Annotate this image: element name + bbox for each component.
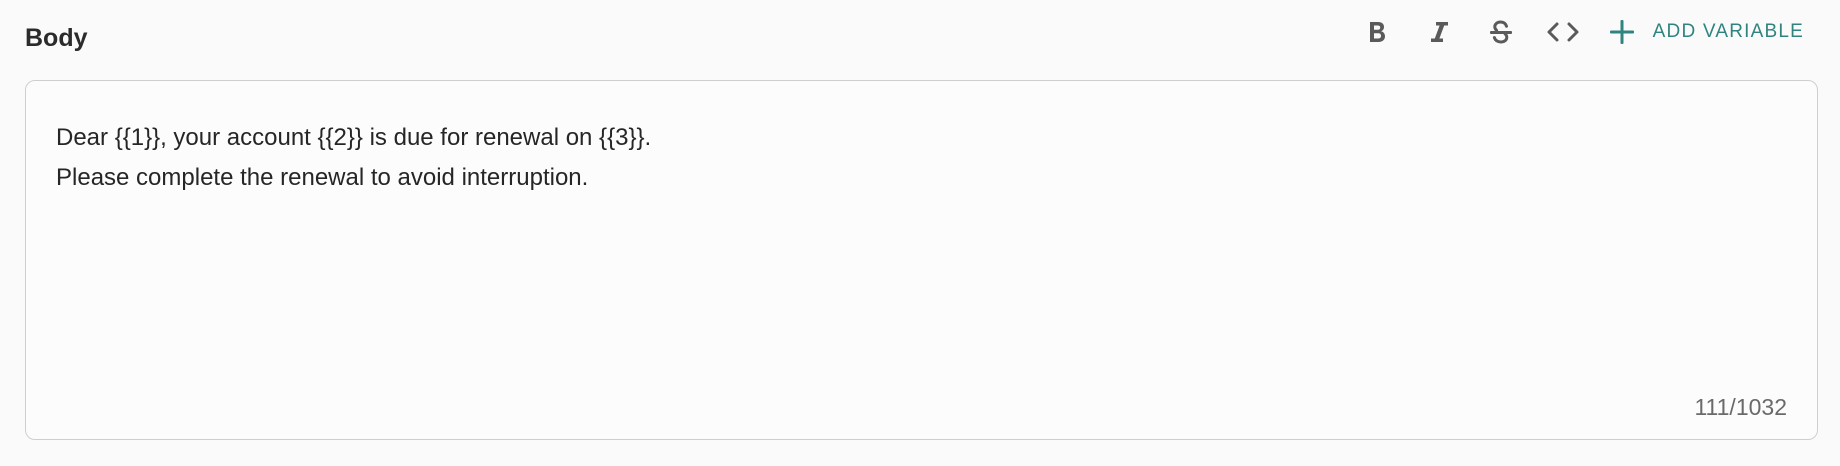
italic-icon [1427,19,1451,45]
add-variable-label: ADD VARIABLE [1652,21,1804,42]
body-text-line: Please complete the renewal to avoid int… [56,164,589,191]
bold-icon [1365,19,1389,45]
body-editor[interactable]: Dear {{1}}, your account {{2}} is due fo… [25,80,1818,440]
code-icon [1546,21,1580,43]
add-variable-button[interactable]: ADD VARIABLE [1605,15,1804,49]
character-counter: 111/1032 [1694,394,1787,420]
body-text[interactable]: Dear {{1}}, your account {{2}} is due fo… [56,118,651,198]
bold-button[interactable] [1355,10,1399,54]
body-text-line: Dear {{1}}, your account {{2}} is due fo… [56,124,652,151]
formatting-toolbar: ADD VARIABLE [1337,10,1804,54]
strikethrough-icon [1487,18,1515,46]
body-label: Body [25,24,88,52]
plus-icon [1605,15,1639,49]
code-button[interactable] [1541,10,1585,54]
strikethrough-button[interactable] [1479,10,1523,54]
italic-button[interactable] [1417,10,1461,54]
